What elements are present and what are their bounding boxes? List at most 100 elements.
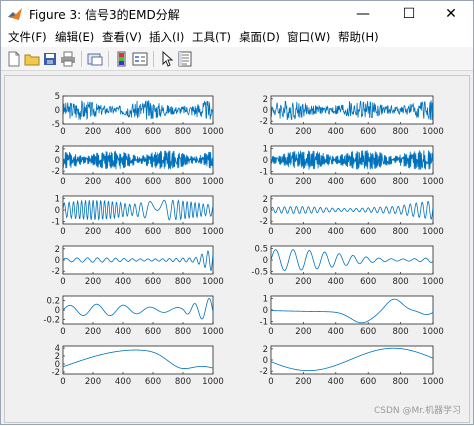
- menu-tools[interactable]: 工具(T): [192, 29, 231, 45]
- minimize-button[interactable]: —: [341, 1, 385, 27]
- menu-insert[interactable]: 插入(I): [149, 29, 184, 45]
- x-tick-label: 400: [115, 177, 131, 187]
- x-tick-label: 400: [115, 227, 131, 237]
- close-button[interactable]: ✕: [429, 1, 473, 27]
- property-inspector-icon[interactable]: [176, 50, 194, 68]
- subplot-left-1[interactable]: 0 200 400 600 800 100050-5: [52, 92, 224, 137]
- x-tick-label: 200: [295, 127, 311, 137]
- subplot-left-2[interactable]: 0 200 400 600 800 100020-2: [52, 145, 224, 187]
- x-tick-label: 200: [295, 277, 311, 287]
- subplot-right-6[interactable]: 0 200 400 600 800 100020-2: [260, 345, 444, 387]
- x-tick-label: 0: [60, 177, 65, 187]
- x-tick-label: 1000: [422, 177, 444, 187]
- toolbar: [1, 47, 473, 71]
- x-tick-label: 400: [328, 177, 344, 187]
- title-bar[interactable]: Figure 3: 信号3的EMD分解 — ☐ ✕: [1, 1, 473, 27]
- y-tick-label: 5: [55, 92, 60, 102]
- menu-window[interactable]: 窗口(W): [287, 29, 330, 45]
- x-tick-label: 0: [60, 127, 65, 137]
- x-tick-label: 400: [328, 327, 344, 337]
- y-tick-label: 0: [263, 306, 268, 316]
- x-tick-label: 800: [392, 127, 408, 137]
- y-tick-label: 1: [263, 294, 268, 304]
- subplot-right-3[interactable]: 0 200 400 600 800 100020-2: [260, 195, 444, 237]
- watermark: CSDN @Mr.机器学习: [373, 406, 461, 416]
- y-tick-label: 0: [263, 156, 268, 166]
- menu-file[interactable]: 文件(F): [8, 29, 47, 45]
- x-tick-label: 400: [328, 377, 344, 387]
- colorbar-icon[interactable]: [113, 50, 131, 68]
- y-tick-label: -1: [52, 218, 60, 228]
- x-tick-label: 800: [392, 227, 408, 237]
- subplot-left-5[interactable]: 0 200 400 600 800 10000.20-0.2: [43, 295, 224, 337]
- x-tick-label: 0: [60, 277, 65, 287]
- print-icon[interactable]: [59, 50, 77, 68]
- x-tick-label: 0: [268, 177, 273, 187]
- y-tick-label: 0.5: [254, 244, 268, 254]
- x-tick-label: 600: [360, 327, 376, 337]
- toolbar-separator: [81, 51, 82, 67]
- subplot-right-5[interactable]: 0 200 400 600 800 100010-1: [260, 294, 444, 337]
- maximize-button[interactable]: ☐: [387, 1, 431, 27]
- x-tick-label: 600: [360, 177, 376, 187]
- new-figure-icon[interactable]: [5, 50, 23, 68]
- x-tick-label: 600: [360, 227, 376, 237]
- x-tick-label: 0: [60, 377, 65, 387]
- x-tick-label: 400: [115, 127, 131, 137]
- x-tick-label: 400: [115, 277, 131, 287]
- y-tick-label: -2: [260, 217, 268, 227]
- x-tick-label: 800: [392, 177, 408, 187]
- y-tick-label: -2: [260, 117, 268, 127]
- cursor-icon[interactable]: [158, 50, 176, 68]
- link-plot-icon[interactable]: [86, 50, 104, 68]
- y-tick-label: -0.2: [43, 315, 60, 325]
- x-tick-label: 800: [392, 277, 408, 287]
- menu-desktop[interactable]: 桌面(D): [239, 29, 280, 45]
- x-tick-label: 1000: [202, 277, 224, 287]
- axes-box: [270, 245, 434, 275]
- menu-edit[interactable]: 编辑(E): [55, 29, 94, 45]
- x-tick-label: 1000: [422, 277, 444, 287]
- x-tick-label: 400: [328, 277, 344, 287]
- x-tick-label: 200: [295, 377, 311, 387]
- subplot-left-4[interactable]: 0 200 400 600 800 100020-2: [52, 245, 224, 287]
- subplot-right-2[interactable]: 0 200 400 600 800 100010-1: [260, 144, 444, 187]
- x-tick-label: 600: [145, 177, 161, 187]
- x-tick-label: 600: [360, 277, 376, 287]
- x-tick-label: 1000: [202, 227, 224, 237]
- y-tick-label: 2: [55, 145, 60, 155]
- legend-icon[interactable]: [131, 50, 149, 68]
- y-tick-label: 0: [55, 256, 60, 266]
- x-tick-label: 0: [268, 277, 273, 287]
- y-tick-label: -1: [260, 318, 268, 328]
- y-tick-label: -0.5: [251, 268, 268, 278]
- x-tick-label: 600: [145, 227, 161, 237]
- x-tick-label: 600: [360, 377, 376, 387]
- toolbar-separator: [108, 51, 109, 67]
- y-tick-label: 0: [263, 356, 268, 366]
- x-tick-label: 1000: [422, 327, 444, 337]
- save-icon[interactable]: [41, 50, 59, 68]
- menu-help[interactable]: 帮助(H): [338, 29, 379, 45]
- x-tick-label: 200: [85, 277, 101, 287]
- x-tick-label: 200: [85, 377, 101, 387]
- menu-view[interactable]: 查看(V): [102, 29, 142, 45]
- y-tick-label: 0: [55, 106, 60, 116]
- matlab-logo-icon: [8, 8, 22, 20]
- open-icon[interactable]: [23, 50, 41, 68]
- subplot-left-3[interactable]: 0 200 400 600 800 100010-1: [52, 194, 224, 237]
- y-tick-label: 1: [263, 144, 268, 154]
- y-tick-label: 1: [55, 194, 60, 204]
- subplot-right-4[interactable]: 0 200 400 600 800 10000.50-0.5: [251, 244, 443, 287]
- x-tick-label: 600: [145, 377, 161, 387]
- x-tick-label: 600: [360, 127, 376, 137]
- x-tick-label: 1000: [202, 177, 224, 187]
- y-tick-label: -2: [260, 367, 268, 377]
- subplot-right-1[interactable]: 0 200 400 600 800 100020-2: [260, 95, 444, 137]
- x-tick-label: 1000: [202, 377, 224, 387]
- subplot-left-6[interactable]: 0 200 400 600 800 1000420-2: [52, 344, 224, 387]
- x-tick-label: 600: [145, 277, 161, 287]
- x-tick-label: 800: [392, 377, 408, 387]
- x-tick-label: 0: [60, 227, 65, 237]
- x-tick-label: 800: [175, 127, 191, 137]
